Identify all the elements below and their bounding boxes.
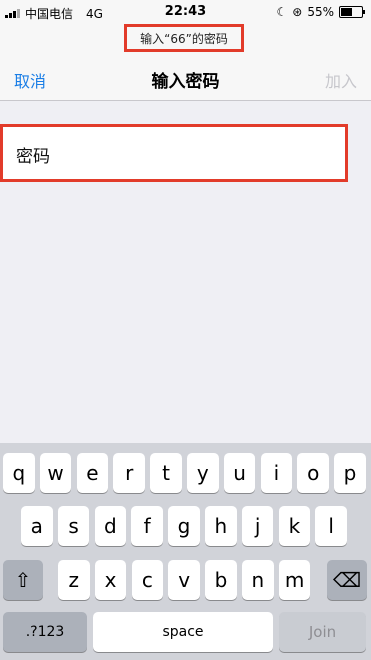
key-d[interactable]: d (94, 506, 127, 546)
key-k[interactable]: k (278, 506, 311, 546)
key-t[interactable]: t (150, 453, 182, 493)
battery-percent: 55% (307, 5, 334, 19)
moon-icon: ☾ (276, 5, 288, 19)
key-f[interactable]: f (131, 506, 163, 546)
numbers-key[interactable]: .?123 (3, 612, 87, 652)
key-x[interactable]: x (94, 560, 127, 600)
orientation-lock-icon: ⊛ (292, 5, 303, 19)
key-y[interactable]: y (187, 453, 219, 493)
key-g[interactable]: g (168, 506, 200, 546)
key-w[interactable]: w (39, 453, 72, 493)
shift-key[interactable]: ⇧ (3, 560, 43, 600)
key-o[interactable]: o (297, 453, 329, 493)
space-key[interactable]: space (93, 612, 273, 652)
delete-key[interactable]: ⌫ (327, 560, 367, 600)
nav-bar: 输入“66”的密码 取消 输入密码 加入 (0, 24, 371, 101)
key-s[interactable]: s (57, 506, 90, 546)
key-z[interactable]: z (58, 560, 90, 600)
key-b[interactable]: b (205, 560, 237, 600)
key-c[interactable]: c (131, 560, 164, 600)
keyboard: qwertyuiop asdfghjkl ⇧ zxcvbnm ⌫ .?123 s… (0, 443, 371, 660)
battery-icon (339, 6, 365, 18)
network-prompt: 输入“66”的密码 (124, 24, 244, 52)
password-row[interactable]: 密码 (0, 124, 348, 182)
key-i[interactable]: i (260, 453, 293, 493)
key-l[interactable]: l (315, 506, 347, 546)
key-m[interactable]: m (278, 560, 311, 600)
backspace-icon: ⌫ (332, 568, 362, 592)
key-q[interactable]: q (3, 453, 35, 493)
keyboard-join-key[interactable]: Join (279, 612, 366, 652)
join-button[interactable]: 加入 (325, 68, 357, 92)
key-r[interactable]: r (113, 453, 145, 493)
key-j[interactable]: j (241, 506, 274, 546)
password-label: 密码 (16, 147, 50, 167)
password-input[interactable] (93, 137, 337, 171)
page-title: 输入密码 (151, 72, 220, 92)
key-p[interactable]: p (334, 453, 366, 493)
key-a[interactable]: a (21, 506, 53, 546)
status-bar: 中国电信 4G 22:43 ☾ ⊛ 55% (0, 0, 371, 24)
key-h[interactable]: h (205, 506, 237, 546)
status-right: ☾ ⊛ 55% (276, 5, 365, 19)
key-n[interactable]: n (242, 560, 274, 600)
key-v[interactable]: v (168, 560, 200, 600)
shift-icon: ⇧ (14, 568, 32, 592)
key-e[interactable]: e (76, 453, 109, 493)
key-u[interactable]: u (223, 453, 256, 493)
